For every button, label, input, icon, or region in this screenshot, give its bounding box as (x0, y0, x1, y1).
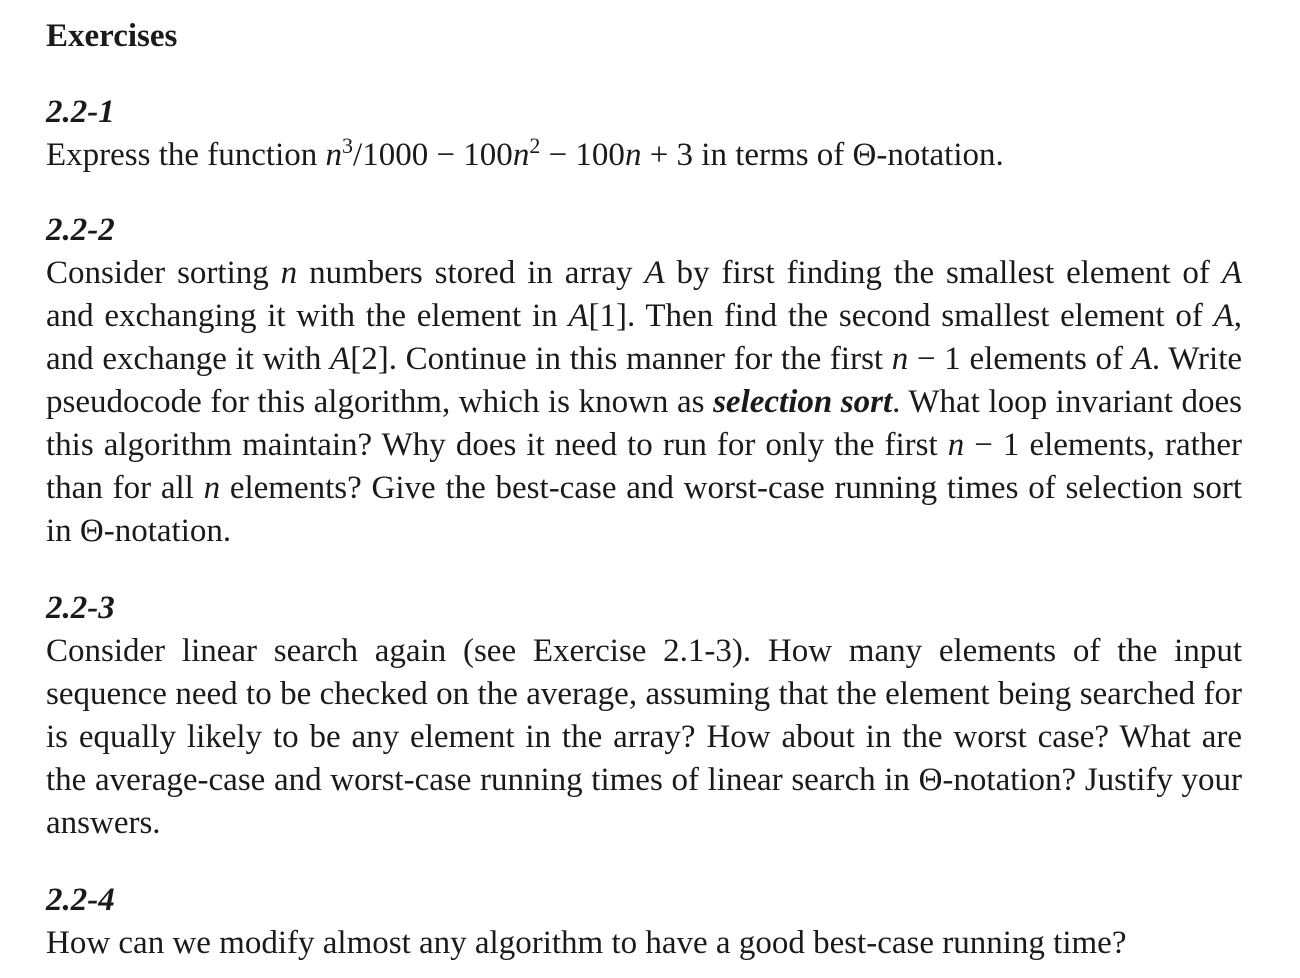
text-run: Consider linear search again (see Exerci… (46, 633, 1242, 841)
superscript: 2 (529, 133, 541, 158)
exercise-number: 2.2-1 (46, 94, 115, 130)
math-variable: n (512, 137, 530, 173)
math-variable: n (280, 255, 298, 291)
text-run: elements? Give the best-case and worst-c… (46, 470, 1242, 549)
exercise-text: Express the function n3/1000 − 100n2 − 1… (46, 134, 1242, 177)
exercise-number: 2.2-3 (46, 590, 115, 626)
text-run: + 3 in terms of Θ-notation. (641, 137, 1004, 173)
math-variable: A (1131, 341, 1152, 377)
superscript: 3 (342, 133, 354, 158)
math-variable: n (325, 137, 343, 173)
text-run: by first finding the smallest element of (664, 255, 1222, 291)
math-variable: A (1221, 255, 1242, 291)
math-variable: A (1213, 298, 1234, 334)
text-run: − 100 (540, 137, 625, 173)
exercise-number: 2.2-4 (46, 882, 115, 918)
exercise-text: How can we modify almost any algorithm t… (46, 922, 1242, 965)
text-run: /1000 − 100 (353, 137, 513, 173)
text-run: Express the function (46, 137, 326, 173)
exercise-2-2-4: 2.2-4 How can we modify almost any algor… (46, 880, 1242, 965)
exercise-number: 2.2-2 (46, 212, 115, 248)
text-run: How can we modify almost any algorithm t… (46, 925, 1127, 961)
exercise-text: Consider sorting n numbers stored in arr… (46, 252, 1242, 553)
math-variable: n (624, 137, 642, 173)
text-run: numbers stored in array (297, 255, 645, 291)
exercise-2-2-3: 2.2-3 Consider linear search again (see … (46, 588, 1242, 845)
exercise-2-2-1: 2.2-1 Express the function n3/1000 − 100… (46, 92, 1242, 177)
math-variable: n (891, 341, 909, 377)
text-run: Consider sorting (46, 255, 281, 291)
section-heading: Exercises (46, 18, 178, 54)
math-variable: A (330, 341, 351, 377)
text-run: − 1 elements of (908, 341, 1132, 377)
exercise-text: Consider linear search again (see Exerci… (46, 630, 1242, 845)
math-variable: n (947, 427, 965, 463)
math-variable: A (568, 298, 589, 334)
exercise-2-2-2: 2.2-2 Consider sorting n numbers stored … (46, 210, 1242, 553)
math-variable: A (644, 255, 665, 291)
defined-term: selection sort (713, 384, 893, 420)
text-run: [2]. Continue in this manner for the fir… (350, 341, 892, 377)
text-run: and exchanging it with the element in (46, 298, 569, 334)
text-run: [1]. Then find the second smallest eleme… (588, 298, 1214, 334)
math-variable: n (203, 470, 221, 506)
